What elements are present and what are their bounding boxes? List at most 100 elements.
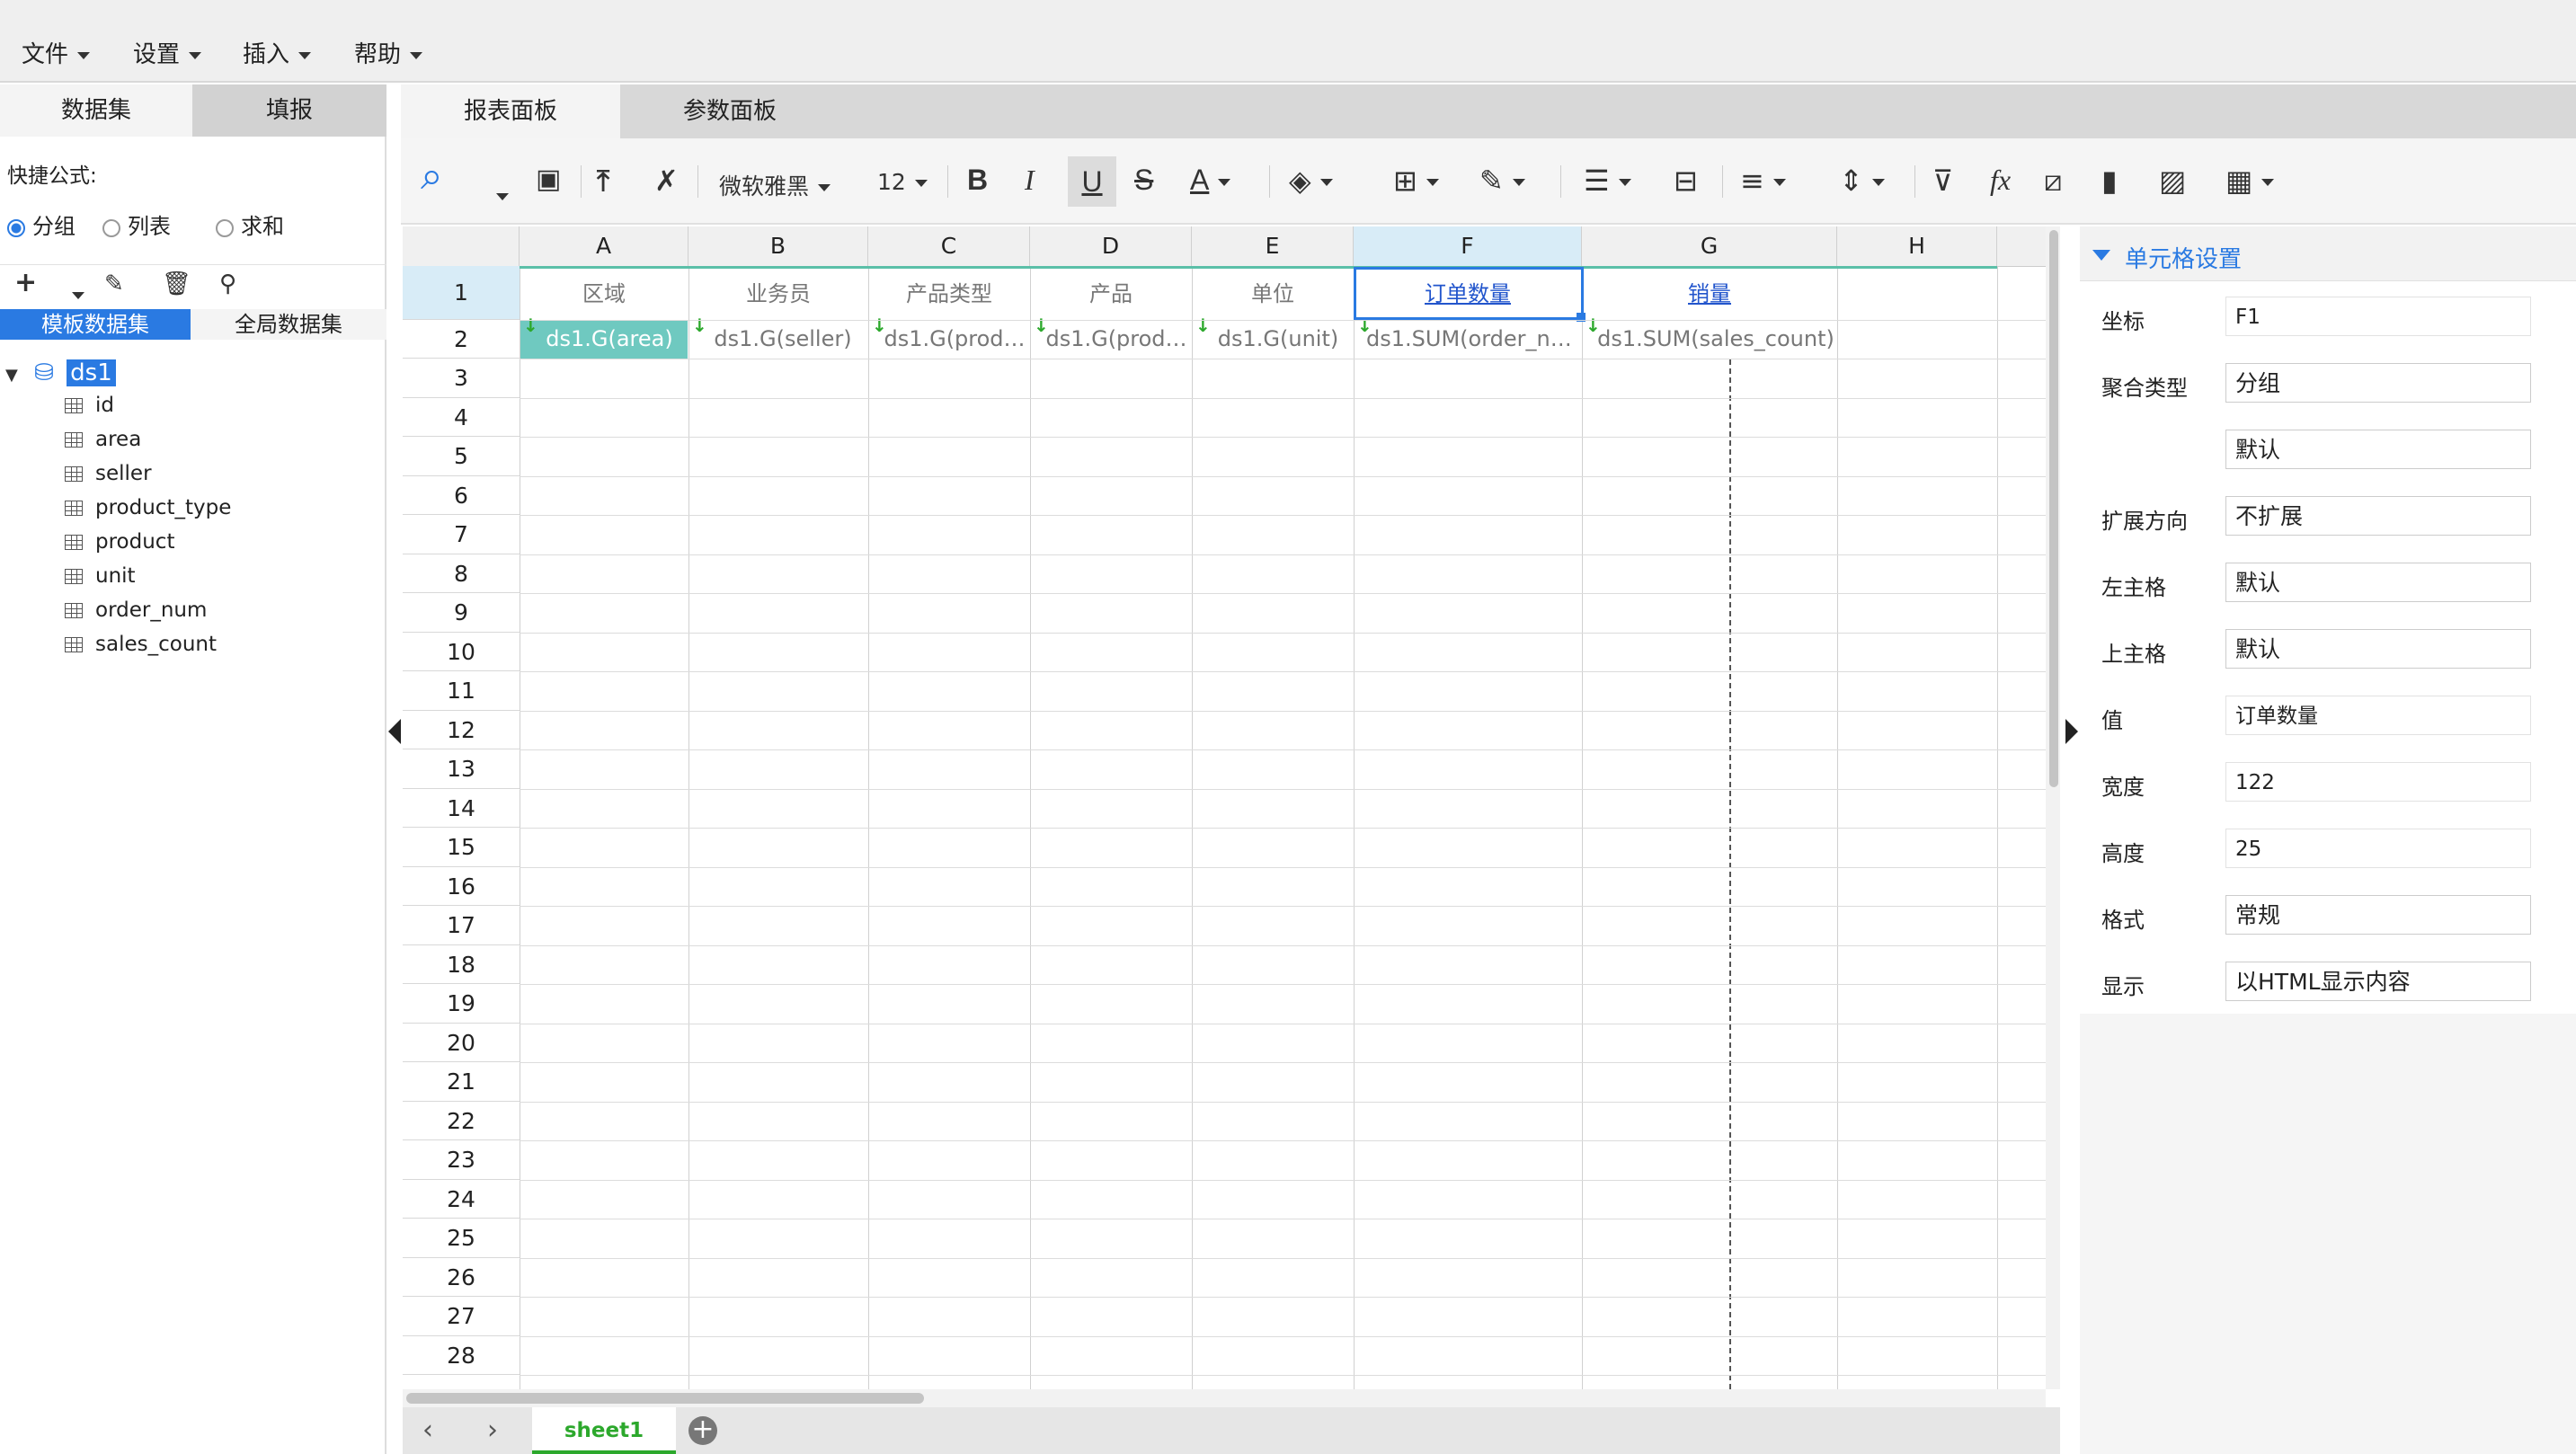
coordinate-field[interactable]: F1 [2225, 297, 2531, 336]
tree-field[interactable]: unit [65, 564, 136, 588]
row-header[interactable]: 1 [403, 266, 520, 320]
sheet-tab[interactable]: sheet1 [532, 1407, 676, 1454]
clear-format-icon[interactable]: ✗ [654, 164, 679, 198]
tree-field[interactable]: seller [65, 462, 152, 485]
column-header[interactable]: E [1192, 226, 1354, 266]
cell-F1[interactable]: 订单数量 [1354, 269, 1582, 319]
preview-dropdown-icon[interactable] [487, 178, 509, 212]
row-header[interactable]: 3 [403, 359, 520, 398]
column-header-active[interactable]: F [1354, 226, 1582, 266]
menu-settings[interactable]: 设置 [133, 36, 202, 69]
expand-direction-select[interactable]: 不扩展 [2225, 496, 2531, 536]
horizontal-scrollbar-thumb[interactable] [406, 1393, 924, 1404]
format-select[interactable]: 常规 [2225, 895, 2531, 935]
merge-cells-icon[interactable]: ⊟ [1674, 164, 1698, 198]
search-icon[interactable]: ⚲ [219, 270, 236, 297]
bold-icon[interactable]: B [967, 164, 988, 197]
add-icon[interactable]: + [14, 267, 37, 298]
border-icon[interactable]: ⊞ [1393, 164, 1439, 198]
cell-C2[interactable]: ds1.G(prod… [868, 320, 1030, 359]
left-parent-select[interactable]: 默认 [2225, 563, 2531, 602]
row-header[interactable]: 17 [403, 906, 520, 945]
fill-color-icon[interactable]: ◈ [1289, 164, 1333, 198]
row-header[interactable]: 22 [403, 1102, 520, 1140]
value-field[interactable]: 订单数量 [2225, 696, 2531, 735]
add-dropdown-icon[interactable] [63, 281, 84, 308]
display-select[interactable]: 以HTML显示内容 [2225, 962, 2531, 1001]
cell-F2[interactable]: ds1.SUM(order_nu… [1354, 320, 1582, 359]
edit-icon[interactable]: ✎ [104, 270, 124, 297]
row-header[interactable]: 8 [403, 554, 520, 593]
font-color-icon[interactable]: A [1190, 164, 1231, 197]
column-header[interactable]: C [868, 226, 1030, 266]
row-header[interactable]: 24 [403, 1180, 520, 1219]
menu-insert[interactable]: 插入 [243, 36, 312, 69]
row-header[interactable]: 20 [403, 1024, 520, 1062]
row-header[interactable]: 18 [403, 945, 520, 984]
row-header[interactable]: 12 [403, 711, 520, 749]
format-painter-icon[interactable]: ⤒ [597, 164, 609, 199]
cell-H1[interactable] [1837, 269, 1997, 319]
radio-group[interactable]: 分组 [7, 208, 76, 240]
row-header[interactable]: 25 [403, 1219, 520, 1258]
radio-sum[interactable]: 求和 [216, 208, 284, 240]
collapse-right-icon[interactable] [2065, 719, 2078, 744]
menu-file[interactable]: 文件 [22, 36, 91, 69]
tab-report-panel[interactable]: 报表面板 [401, 84, 620, 138]
top-parent-select[interactable]: 默认 [2225, 629, 2531, 669]
cell-C1[interactable]: 产品类型 [868, 269, 1030, 319]
more-widgets-icon[interactable]: ▦ [2225, 164, 2275, 198]
tab-fill[interactable]: 填报 [192, 84, 386, 137]
tab-param-panel[interactable]: 参数面板 [620, 84, 839, 138]
border-color-icon[interactable]: ✎ [1479, 164, 1525, 198]
column-header[interactable]: D [1030, 226, 1192, 266]
column-header[interactable]: B [688, 226, 868, 266]
chart-icon[interactable]: ▮ [2101, 164, 2118, 198]
font-size-select[interactable]: 12 [877, 169, 928, 195]
column-header[interactable]: G [1582, 226, 1837, 266]
tree-field[interactable]: product [65, 530, 174, 554]
row-header[interactable]: 16 [403, 867, 520, 906]
column-header[interactable]: H [1837, 226, 1997, 266]
width-field[interactable]: 122 [2225, 762, 2531, 802]
aggregate-type-select[interactable]: 分组 [2225, 363, 2531, 403]
italic-icon[interactable]: I [1025, 164, 1035, 197]
cell-D2[interactable]: ds1.G(prod… [1030, 320, 1192, 359]
row-header[interactable]: 15 [403, 828, 520, 867]
row-header[interactable]: 10 [403, 633, 520, 671]
radio-list[interactable]: 列表 [102, 208, 171, 240]
save-icon[interactable]: ▣ [536, 164, 561, 195]
font-family-select[interactable]: 微软雅黑 [719, 169, 831, 201]
preview-icon[interactable]: ⌕ [421, 153, 443, 199]
cell-G1[interactable]: 销量 [1582, 269, 1837, 319]
collapse-left-icon[interactable] [388, 719, 401, 744]
menu-help[interactable]: 帮助 [354, 36, 423, 69]
cell-D1[interactable]: 产品 [1030, 269, 1192, 319]
cell-E1[interactable]: 单位 [1192, 269, 1354, 319]
image-icon[interactable]: ▨ [2159, 164, 2186, 198]
vertical-scrollbar-thumb[interactable] [2049, 230, 2058, 787]
next-sheet-icon[interactable]: › [487, 1414, 498, 1446]
cell-B2[interactable]: ds1.G(seller) [688, 320, 868, 359]
border-style-icon[interactable]: ☰ [1584, 164, 1631, 198]
cell-A1[interactable]: 区域 [520, 269, 688, 319]
filter-icon[interactable]: ⊽ [1932, 164, 1953, 198]
tree-field[interactable]: order_num [65, 598, 207, 622]
prev-sheet-icon[interactable]: ‹ [422, 1414, 433, 1446]
strikethrough-icon[interactable]: S [1134, 164, 1153, 197]
cell-E2[interactable]: ds1.G(unit) [1192, 320, 1354, 359]
row-header[interactable]: 2 [403, 320, 520, 359]
tree-field[interactable]: area [65, 428, 141, 451]
row-header[interactable]: 4 [403, 398, 520, 437]
spreadsheet[interactable]: A B C D E F G H 1 2 3 4 5 6 7 8 9 10 11 12 13 14 15 16 1… [403, 226, 2046, 1389]
row-header[interactable]: 7 [403, 515, 520, 554]
tree-field[interactable]: product_type [65, 496, 231, 519]
cell-settings-header[interactable]: 单元格设置 [2080, 226, 2576, 281]
aggregate-option-select[interactable]: 默认 [2225, 430, 2531, 469]
row-header[interactable]: 9 [403, 593, 520, 633]
row-header[interactable]: 6 [403, 476, 520, 515]
row-header[interactable]: 13 [403, 749, 520, 789]
height-field[interactable]: 25 [2225, 829, 2531, 868]
underline-icon[interactable]: U [1068, 156, 1116, 207]
row-header[interactable]: 21 [403, 1062, 520, 1102]
